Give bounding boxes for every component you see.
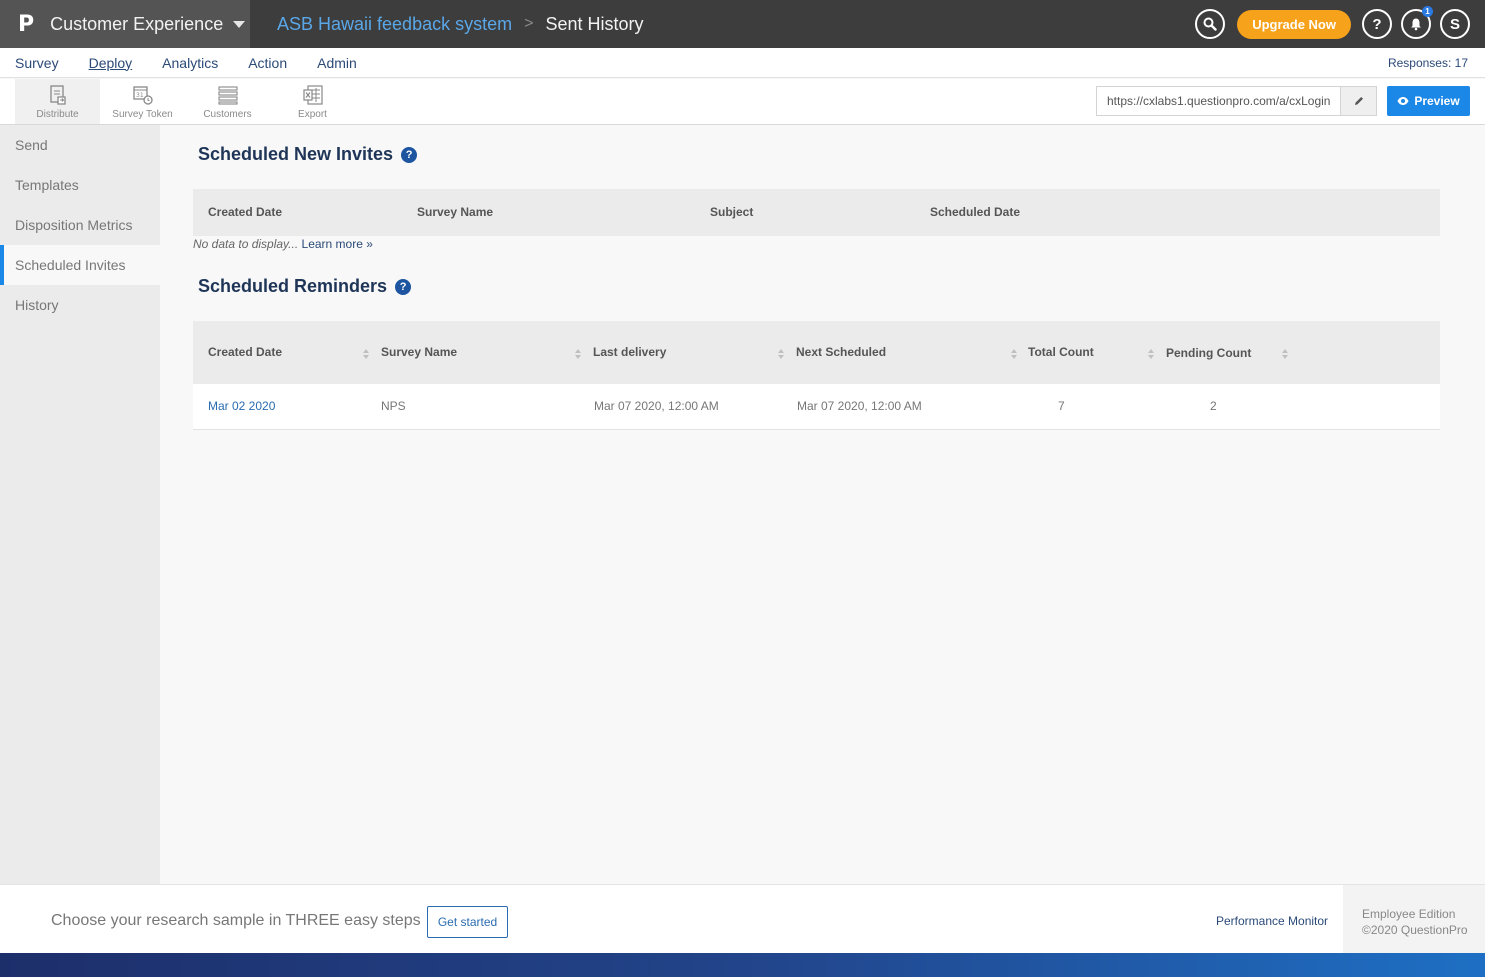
cell-created-date[interactable]: Mar 02 2020 (208, 399, 275, 413)
col-survey-name[interactable]: Survey Name (381, 345, 457, 359)
cell-survey-name: NPS (381, 399, 406, 413)
upgrade-now-button[interactable]: Upgrade Now (1237, 9, 1351, 39)
col-pending-count[interactable]: Pending Count (1166, 346, 1251, 360)
no-data-text: No data to display... (193, 237, 299, 251)
scheduled-invites-title: Scheduled New Invites (198, 144, 394, 164)
no-data-message: No data to display... Learn more » (193, 237, 373, 251)
main-menu: Survey Deploy Analytics Action Admin Res… (0, 48, 1485, 78)
search-icon (1203, 17, 1217, 31)
bell-icon (1411, 18, 1421, 31)
survey-token-icon: 31 (132, 86, 153, 105)
caret-down-icon (233, 20, 246, 28)
sort-icon[interactable] (574, 348, 582, 360)
header-actions: Upgrade Now ? 1 S (1186, 6, 1470, 39)
edition-label: Employee Edition (1362, 907, 1456, 921)
tool-survey-token-label: Survey Token (112, 109, 173, 120)
sort-icon[interactable] (1010, 348, 1018, 360)
col-next-scheduled[interactable]: Next Scheduled (796, 345, 886, 359)
top-bar: P Customer Experience ASB Hawaii feedbac… (0, 0, 1485, 48)
tool-export-label: Export (298, 109, 327, 120)
menu-admin[interactable]: Admin (317, 55, 357, 71)
sidebar-item-send[interactable]: Send (0, 125, 160, 165)
cell-pending-count: 2 (1210, 399, 1217, 413)
col-total-count[interactable]: Total Count (1028, 345, 1094, 359)
eye-icon (1397, 97, 1409, 105)
scheduled-reminders-heading: Scheduled Reminders ? (198, 276, 412, 297)
scheduled-reminders-title: Scheduled Reminders (198, 276, 388, 296)
col-subject[interactable]: Subject (710, 205, 753, 219)
breadcrumb-separator: > (524, 15, 534, 32)
sort-icon[interactable] (1147, 348, 1155, 360)
edition-info: Employee Edition ©2020 QuestionPro (1343, 885, 1485, 954)
help-icon: ? (1372, 15, 1382, 33)
preview-label: Preview (1414, 94, 1460, 108)
page-title: Sent History (545, 13, 644, 34)
scheduled-reminders-table-header: Created Date Survey Name Last delivery N… (193, 321, 1440, 384)
cell-last-delivery: Mar 07 2020, 12:00 AM (594, 399, 719, 413)
table-row: Mar 02 2020 NPS Mar 07 2020, 12:00 AM Ma… (193, 384, 1440, 430)
sidebar-item-disposition-metrics[interactable]: Disposition Metrics (0, 205, 160, 245)
menu-action[interactable]: Action (248, 55, 287, 71)
user-avatar[interactable]: S (1440, 9, 1470, 39)
tool-distribute-label: Distribute (36, 109, 79, 120)
sidebar: Send Templates Disposition Metrics Sched… (0, 125, 160, 884)
get-started-button[interactable]: Get started (427, 906, 508, 938)
sidebar-item-scheduled-invites[interactable]: Scheduled Invites (0, 245, 160, 285)
tool-customers[interactable]: Customers (185, 79, 270, 124)
sidebar-item-history[interactable]: History (0, 285, 160, 325)
bottom-gradient-strip (0, 953, 1485, 977)
survey-url-input[interactable]: https://cxlabs1.questionpro.com/a/cxLogi… (1097, 94, 1340, 108)
cell-total-count: 7 (1058, 399, 1065, 413)
avatar-initial: S (1449, 15, 1460, 33)
help-button[interactable]: ? (1362, 9, 1392, 39)
responses-count: Responses: 17 (1387, 56, 1468, 70)
performance-monitor-link[interactable]: Performance Monitor (1216, 914, 1328, 928)
tool-distribute[interactable]: Distribute (15, 79, 100, 124)
sort-icon[interactable] (1281, 348, 1289, 360)
menu-deploy[interactable]: Deploy (89, 55, 133, 71)
help-circle-icon[interactable]: ? (395, 278, 412, 295)
col-survey-name[interactable]: Survey Name (417, 205, 493, 219)
col-created-date[interactable]: Created Date (208, 345, 282, 359)
menu-analytics[interactable]: Analytics (162, 55, 218, 71)
col-scheduled-date[interactable]: Scheduled Date (930, 205, 1020, 219)
notification-count-badge: 1 (1422, 6, 1433, 17)
learn-more-link[interactable]: Learn more » (302, 237, 373, 251)
col-created-date[interactable]: Created Date (208, 205, 282, 219)
survey-url-field: https://cxlabs1.questionpro.com/a/cxLogi… (1096, 86, 1377, 116)
col-last-delivery[interactable]: Last delivery (593, 345, 666, 359)
main-content: Scheduled New Invites ? Created Date Sur… (160, 125, 1485, 884)
help-circle-icon[interactable]: ? (401, 146, 418, 163)
notifications-button[interactable]: 1 (1401, 6, 1433, 39)
tool-customers-label: Customers (203, 109, 252, 120)
research-sample-promo: Choose your research sample in THREE eas… (51, 912, 421, 929)
sort-icon[interactable] (777, 348, 785, 360)
tool-export[interactable]: Export (270, 79, 355, 124)
deploy-toolbar: Distribute 31 Survey Token Customers Exp… (0, 79, 1485, 125)
sort-icon[interactable] (362, 348, 370, 360)
questionpro-logo-icon: P (18, 11, 35, 37)
edit-url-button[interactable] (1340, 87, 1376, 115)
copyright-text: ©2020 QuestionPro (1362, 923, 1468, 937)
distribute-icon (49, 85, 66, 105)
sidebar-item-templates[interactable]: Templates (0, 165, 160, 205)
excel-export-icon (302, 85, 323, 105)
tool-survey-token[interactable]: 31 Survey Token (100, 79, 185, 124)
scheduled-invites-heading: Scheduled New Invites ? (198, 144, 418, 165)
footer: Choose your research sample in THREE eas… (0, 884, 1485, 954)
customers-icon (217, 86, 238, 105)
svg-text:31: 31 (136, 92, 144, 99)
pencil-icon (1354, 97, 1363, 105)
breadcrumb: ASB Hawaii feedback system > Sent Histor… (250, 14, 644, 35)
product-name: Customer Experience (50, 13, 224, 34)
cell-next-scheduled: Mar 07 2020, 12:00 AM (797, 399, 922, 413)
preview-button[interactable]: Preview (1387, 86, 1470, 116)
breadcrumb-survey-link[interactable]: ASB Hawaii feedback system (277, 14, 512, 35)
search-button[interactable] (1195, 9, 1226, 39)
product-switcher[interactable]: P Customer Experience (0, 0, 250, 48)
scheduled-invites-table-header: Created Date Survey Name Subject Schedul… (193, 189, 1440, 236)
menu-survey[interactable]: Survey (15, 55, 59, 71)
